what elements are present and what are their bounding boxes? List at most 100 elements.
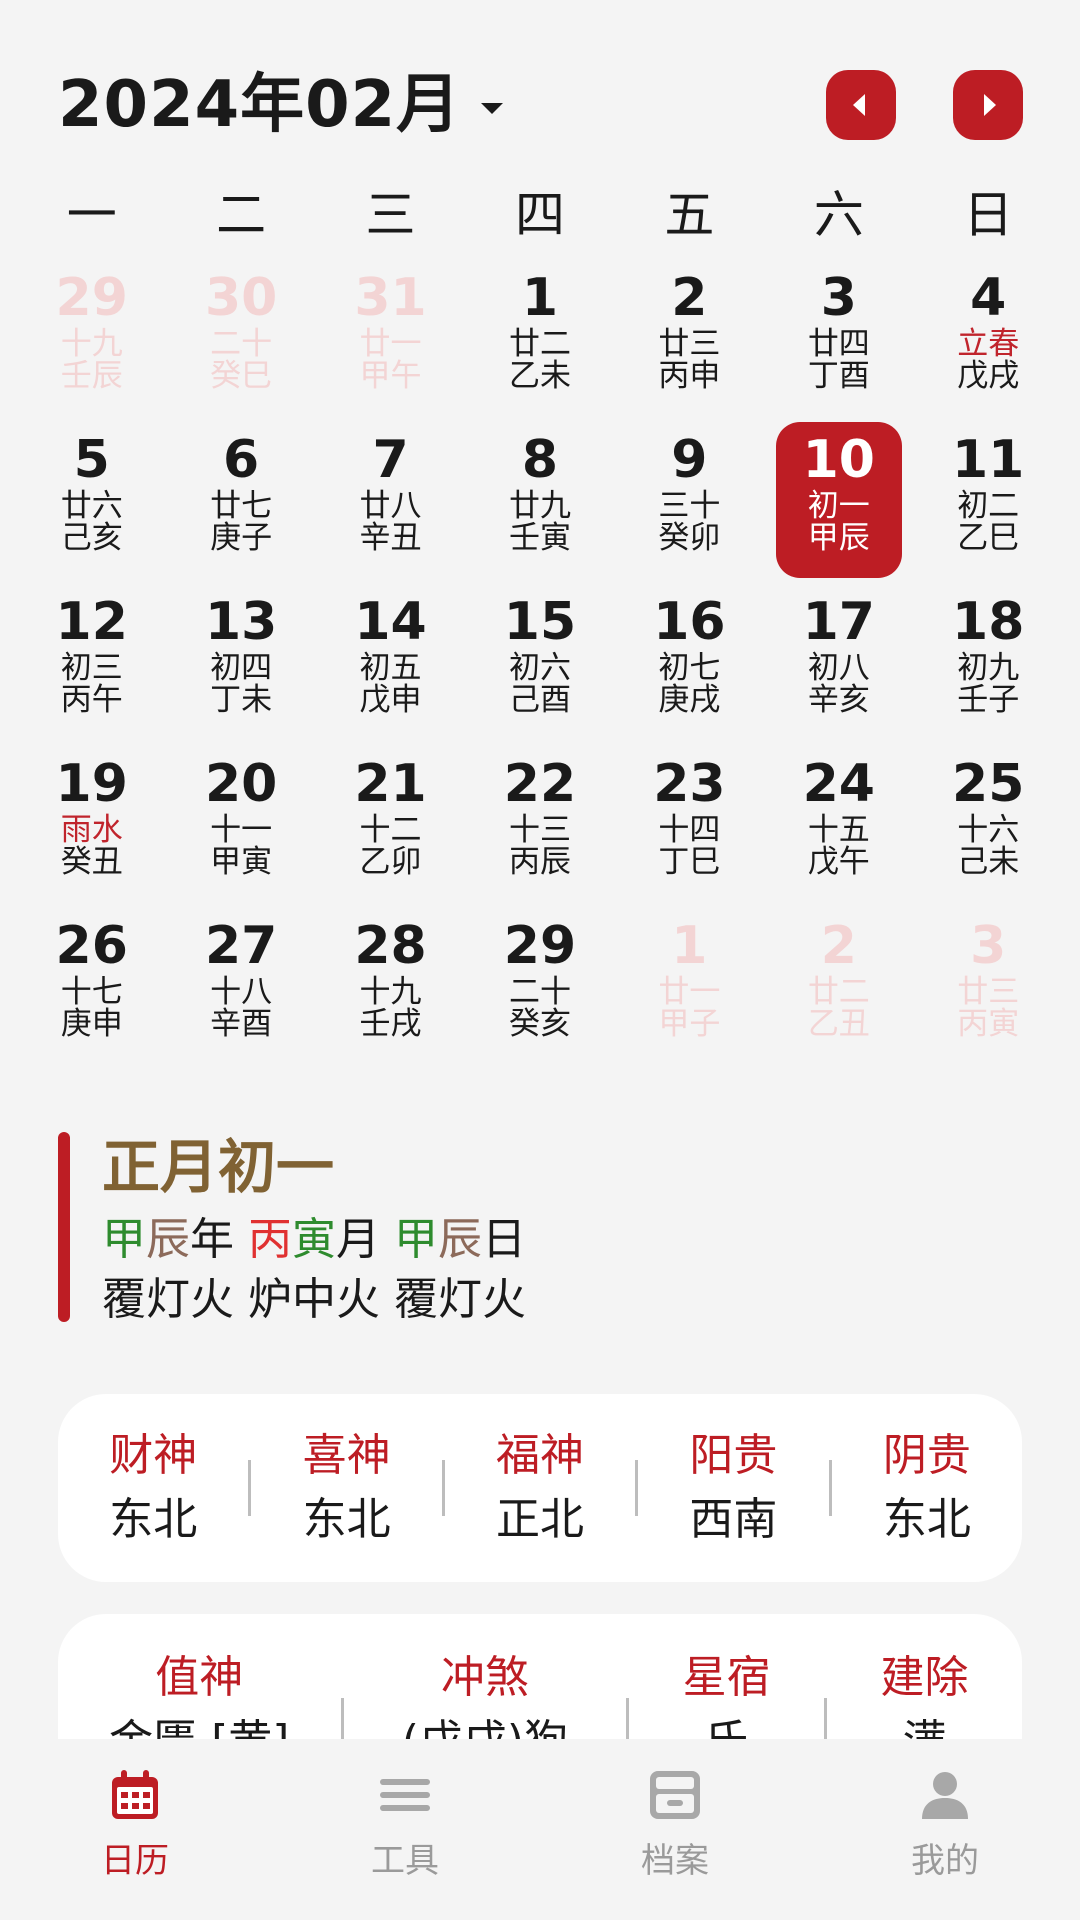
ganzhi-label: 庚申: [60, 1006, 123, 1042]
calendar-day[interactable]: 13 初四 丁未: [166, 584, 315, 746]
lunar-day-label: 三十: [658, 488, 721, 524]
detail-item: 建除满: [827, 1650, 1022, 1744]
ganzhi-label: 丙辰: [508, 844, 571, 880]
ganzhi-label: 癸丑: [60, 844, 123, 880]
solar-term-label: 雨水: [60, 812, 123, 848]
day-number: 22: [503, 754, 577, 814]
calendar-day[interactable]: 7 廿八 辛丑: [316, 422, 465, 584]
prev-month-button[interactable]: [826, 70, 896, 140]
day-number: 3: [820, 268, 857, 328]
tab-calendar[interactable]: 日历: [0, 1739, 270, 1920]
calendar-day[interactable]: 2 廿二 乙丑: [764, 908, 913, 1070]
lunar-day-label: 十九: [359, 974, 422, 1010]
lunar-day-label: 十六: [957, 812, 1020, 848]
calendar-day[interactable]: 23 十四 丁巳: [615, 746, 764, 908]
calendar-day[interactable]: 25 十六 己未: [914, 746, 1063, 908]
god-item: 阳贵 西南: [638, 1428, 828, 1548]
gods-direction-card: 财神 东北 喜神 东北 福神 正北 阳贵 西南 阴贵 东北: [58, 1394, 1022, 1582]
calendar-day[interactable]: 14 初五 戊申: [316, 584, 465, 746]
calendar-week-row: 5 廿六 己亥 6 廿七 庚子 7 廿八 辛丑 8 廿九 壬寅 9 三十 癸卯 10 初一 甲辰 11 初二 乙巳: [17, 422, 1063, 584]
calendar-day[interactable]: 21 十二 乙卯: [316, 746, 465, 908]
calendar-day[interactable]: 1 廿二 乙未: [465, 260, 614, 422]
ganzhi-label: 乙丑: [807, 1006, 870, 1042]
archive-icon: [650, 1771, 700, 1819]
day-number: 15: [503, 592, 577, 652]
ganzhi-label: 丁未: [210, 682, 273, 718]
day-number: 25: [952, 754, 1025, 814]
month-picker[interactable]: 2024年02月: [58, 66, 504, 144]
lunar-day-label: 二十: [210, 326, 273, 362]
tab-label: 我的: [911, 1841, 979, 1881]
god-item: 财神 东北: [58, 1428, 248, 1548]
month-title: 2024年02月: [58, 68, 462, 142]
calendar-day[interactable]: 11 初二 乙巳: [913, 422, 1062, 584]
calendar-day[interactable]: 26 十七 庚申: [17, 908, 166, 1070]
weekday-label: 五: [664, 186, 715, 244]
tab-profile[interactable]: 我的: [810, 1739, 1080, 1920]
calendar-day[interactable]: 16 初七 庚戌: [615, 584, 764, 746]
calendar-day[interactable]: 31 廿一 甲午: [316, 260, 465, 422]
day-number: 24: [802, 754, 875, 814]
tab-label: 日历: [101, 1841, 169, 1881]
day-number: 10: [802, 430, 875, 490]
day-number: 12: [55, 592, 128, 652]
calendar-day-selected[interactable]: 10 初一 甲辰: [775, 422, 902, 578]
calendar-day[interactable]: 18 初九 壬子: [914, 584, 1063, 746]
tab-label: 档案: [641, 1841, 709, 1881]
tab-archive[interactable]: 档案: [540, 1739, 810, 1920]
calendar-day[interactable]: 9 三十 癸卯: [615, 422, 764, 584]
calendar-day[interactable]: 22 十三 丙辰: [465, 746, 614, 908]
calendar-day[interactable]: 1 廿一 甲子: [615, 908, 764, 1070]
day-number: 7: [372, 430, 409, 490]
calendar-day[interactable]: 6 廿七 庚子: [166, 422, 315, 584]
ganzhi-label: 壬寅: [508, 520, 571, 556]
day-zhi: 辰: [438, 1214, 482, 1265]
ganzhi-label: 甲辰: [807, 520, 870, 556]
year-gan: 甲: [102, 1214, 146, 1265]
calendar-day[interactable]: 12 初三 丙午: [17, 584, 166, 746]
lunar-day-label: 十九: [60, 326, 123, 362]
calendar-day[interactable]: 20 十一 甲寅: [166, 746, 315, 908]
ganzhi-label: 乙卯: [359, 844, 422, 880]
calendar-day[interactable]: 15 初六 己酉: [465, 584, 614, 746]
day-gan: 甲: [394, 1214, 438, 1265]
weekday-label: 二: [216, 186, 267, 244]
lunar-day-label: 廿一: [658, 974, 721, 1010]
ganzhi-label: 庚子: [210, 520, 273, 556]
calendar-day[interactable]: 8 廿九 壬寅: [465, 422, 614, 584]
god-direction: 正北: [496, 1494, 585, 1545]
ganzhi-label: 壬辰: [60, 358, 123, 394]
ganzhi-label: 丙寅: [957, 1006, 1020, 1042]
calendar-day[interactable]: 5 廿六 己亥: [17, 422, 166, 584]
god-label: 阳贵: [689, 1430, 778, 1481]
calendar-day[interactable]: 17 初八 辛亥: [764, 584, 913, 746]
ganzhi-label: 壬子: [957, 682, 1020, 718]
next-month-button[interactable]: [953, 70, 1023, 140]
calendar-day[interactable]: 28 十九 壬戌: [316, 908, 465, 1070]
calendar-day[interactable]: 29 十九 壬辰: [17, 260, 166, 422]
calendar-day[interactable]: 19 雨水 癸丑: [17, 746, 166, 908]
tab-tools[interactable]: 工具: [270, 1739, 540, 1920]
calendar-day[interactable]: 30 二十 癸巳: [166, 260, 315, 422]
solar-term-label: 立春: [957, 326, 1020, 362]
calendar-day[interactable]: 3 廿四 丁酉: [764, 260, 913, 422]
calendar-day[interactable]: 2 廿三 丙申: [615, 260, 764, 422]
lunar-day-label: 初六: [508, 650, 571, 686]
ganzhi-line: 甲辰年 丙寅月 甲辰日: [102, 1214, 526, 1266]
lunar-day-label: 十五: [807, 812, 870, 848]
detail-label: 冲煞: [440, 1652, 529, 1703]
detail-item: 星宿氐: [629, 1650, 824, 1744]
lunar-day-label: 初一: [807, 488, 870, 524]
lunar-day-label: 二十: [508, 974, 571, 1010]
day-number: 1: [671, 916, 708, 976]
calendar-day[interactable]: 27 十八 辛酉: [166, 908, 315, 1070]
calendar-day[interactable]: 24 十五 戊午: [764, 746, 913, 908]
lunar-day-label: 廿九: [508, 488, 571, 524]
calendar-day[interactable]: 4 立春 戊戌: [914, 260, 1063, 422]
ganzhi-label: 癸亥: [508, 1006, 571, 1042]
day-number: 31: [354, 268, 427, 328]
calendar-day[interactable]: 29 二十 癸亥: [465, 908, 614, 1070]
day-number: 9: [671, 430, 708, 490]
lunar-day-label: 廿三: [957, 974, 1020, 1010]
calendar-day[interactable]: 3 廿三 丙寅: [914, 908, 1063, 1070]
